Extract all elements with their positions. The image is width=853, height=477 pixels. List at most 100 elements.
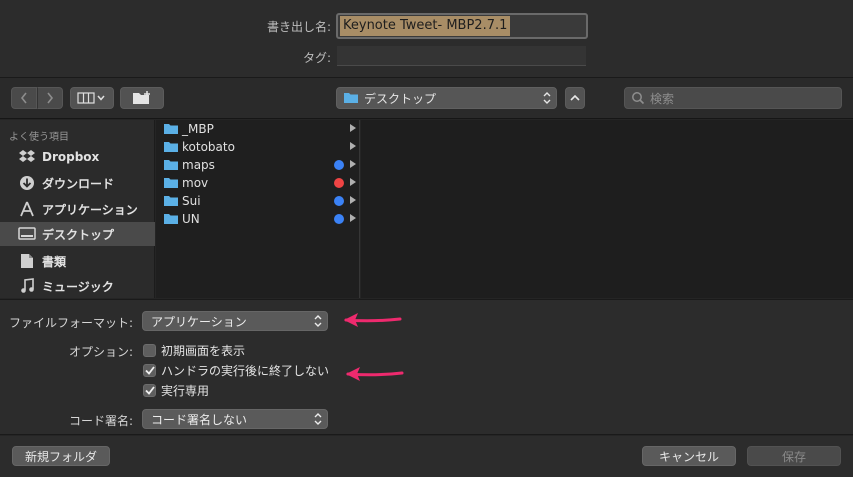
dropbox-icon xyxy=(17,149,37,165)
new-folder-button[interactable]: 新規フォルダ xyxy=(12,446,110,466)
code-sign-label: コード署名: xyxy=(68,414,133,428)
new-folder-icon xyxy=(133,91,150,104)
file-name: mov xyxy=(182,176,209,190)
tag-dot-blue xyxy=(334,214,344,224)
annotation-arrow-icon xyxy=(346,367,404,381)
save-as-field[interactable]: Keynote Tweet- MBP2.7.1 xyxy=(336,13,588,39)
file-row[interactable]: kotobato xyxy=(156,138,360,156)
folder-icon xyxy=(164,214,178,224)
search-icon xyxy=(632,92,645,105)
annotation-arrow-icon xyxy=(344,313,402,327)
desktop-icon xyxy=(17,226,37,242)
search-field[interactable]: 検索 xyxy=(624,87,842,109)
checkbox-label: 実行専用 xyxy=(161,383,210,398)
tags-field[interactable] xyxy=(337,46,586,66)
tags-label: タグ: xyxy=(302,51,331,65)
disclosure-arrow-icon xyxy=(350,196,356,204)
checkbox[interactable] xyxy=(143,383,156,397)
browser-column-empty[interactable] xyxy=(361,120,853,298)
file-name: kotobato xyxy=(182,140,235,154)
file-row[interactable]: Sui xyxy=(156,192,360,210)
save-as-label: 書き出し名: xyxy=(266,20,331,34)
folder-icon xyxy=(164,142,178,152)
file-name: Sui xyxy=(182,194,201,208)
sidebar: よく使う項目 Dropbox ダウンロード アプリケーション デスクトップ 書類 xyxy=(0,120,155,298)
view-mode-button[interactable] xyxy=(70,87,114,109)
back-button[interactable] xyxy=(11,87,37,109)
code-sign-popup[interactable]: コード署名しない xyxy=(142,409,328,429)
disclosure-arrow-icon xyxy=(350,178,356,186)
export-options: ファイルフォーマット: アプリケーション オプション: 初期画面を表示 ハンドラ… xyxy=(0,299,853,435)
folder-icon xyxy=(344,93,358,103)
sidebar-item-label: アプリケーション xyxy=(42,202,138,217)
tag-dot-blue xyxy=(334,160,344,170)
save-button[interactable]: 保存 xyxy=(747,446,841,466)
dialog-footer: 新規フォルダ キャンセル 保存 xyxy=(0,436,853,477)
file-name: UN xyxy=(182,212,200,226)
sidebar-item-documents[interactable]: 書類 xyxy=(0,249,155,273)
new-folder-toolbar-button[interactable] xyxy=(120,87,164,109)
checkmark-icon xyxy=(144,365,155,375)
checkmark-icon xyxy=(144,385,155,395)
tag-dot-blue xyxy=(334,196,344,206)
disclosure-arrow-icon xyxy=(350,142,356,150)
search-placeholder: 検索 xyxy=(650,91,675,106)
file-row[interactable]: _MBP xyxy=(156,120,360,138)
collapse-button[interactable] xyxy=(565,87,585,109)
chevron-up-icon xyxy=(570,94,580,101)
chevron-left-icon xyxy=(20,92,27,104)
disclosure-arrow-icon xyxy=(350,214,356,222)
sidebar-item-label: 書類 xyxy=(42,254,67,269)
updown-icon xyxy=(314,315,322,327)
sidebar-item-label: ダウンロード xyxy=(42,176,115,191)
location-label: デスクトップ xyxy=(364,91,437,106)
chevron-right-icon xyxy=(47,92,54,104)
cancel-button[interactable]: キャンセル xyxy=(642,446,736,466)
file-row[interactable]: mov xyxy=(156,174,360,192)
tag-dot-red xyxy=(334,178,344,188)
folder-icon xyxy=(164,196,178,206)
sidebar-item-applications[interactable]: アプリケーション xyxy=(0,197,155,221)
code-sign-value: コード署名しない xyxy=(151,412,248,427)
sidebar-item-dropbox[interactable]: Dropbox xyxy=(0,145,155,169)
updown-icon xyxy=(543,92,551,104)
location-popup[interactable]: デスクトップ xyxy=(336,87,557,109)
sidebar-item-label: Dropbox xyxy=(42,150,100,164)
sidebar-item-desktop[interactable]: デスクトップ xyxy=(0,222,155,246)
run-only-checkbox[interactable]: 実行専用 xyxy=(143,382,209,398)
folder-icon xyxy=(164,178,178,188)
disclosure-arrow-icon xyxy=(350,160,356,168)
checkbox[interactable] xyxy=(143,343,156,357)
documents-icon xyxy=(17,253,37,269)
disclosure-arrow-icon xyxy=(350,124,356,132)
file-row[interactable]: UN xyxy=(156,210,360,228)
sidebar-item-downloads[interactable]: ダウンロード xyxy=(0,171,155,195)
sidebar-item-label: デスクトップ xyxy=(42,227,115,242)
file-name: _MBP xyxy=(182,122,214,136)
forward-button[interactable] xyxy=(37,87,63,109)
music-icon xyxy=(17,278,37,294)
show-startup-checkbox[interactable]: 初期画面を表示 xyxy=(143,342,245,358)
file-row[interactable]: maps xyxy=(156,156,360,174)
browser-column: _MBP kotobato maps mov Sui UN xyxy=(156,120,360,298)
options-label: オプション: xyxy=(68,345,133,359)
folder-icon xyxy=(164,124,178,134)
checkbox-label: ハンドラの実行後に終了しない xyxy=(161,363,330,378)
stay-open-checkbox[interactable]: ハンドラの実行後に終了しない xyxy=(143,362,329,378)
history-nav xyxy=(11,87,63,109)
updown-icon xyxy=(314,413,322,425)
file-format-label: ファイルフォーマット: xyxy=(8,316,133,330)
checkbox-label: 初期画面を表示 xyxy=(161,343,246,358)
file-format-value: アプリケーション xyxy=(151,314,247,329)
file-name: maps xyxy=(182,158,215,172)
sidebar-item-music[interactable]: ミュージック xyxy=(0,274,155,298)
save-header: 書き出し名: Keynote Tweet- MBP2.7.1 タグ: xyxy=(0,0,853,78)
sidebar-item-label: ミュージック xyxy=(42,279,114,294)
download-icon xyxy=(17,175,37,191)
file-format-popup[interactable]: アプリケーション xyxy=(142,311,328,331)
sidebar-heading: よく使う項目 xyxy=(9,132,69,143)
column-view-icon xyxy=(77,92,105,104)
save-as-value[interactable]: Keynote Tweet- MBP2.7.1 xyxy=(340,16,511,36)
checkbox[interactable] xyxy=(143,363,156,377)
folder-icon xyxy=(164,160,178,170)
